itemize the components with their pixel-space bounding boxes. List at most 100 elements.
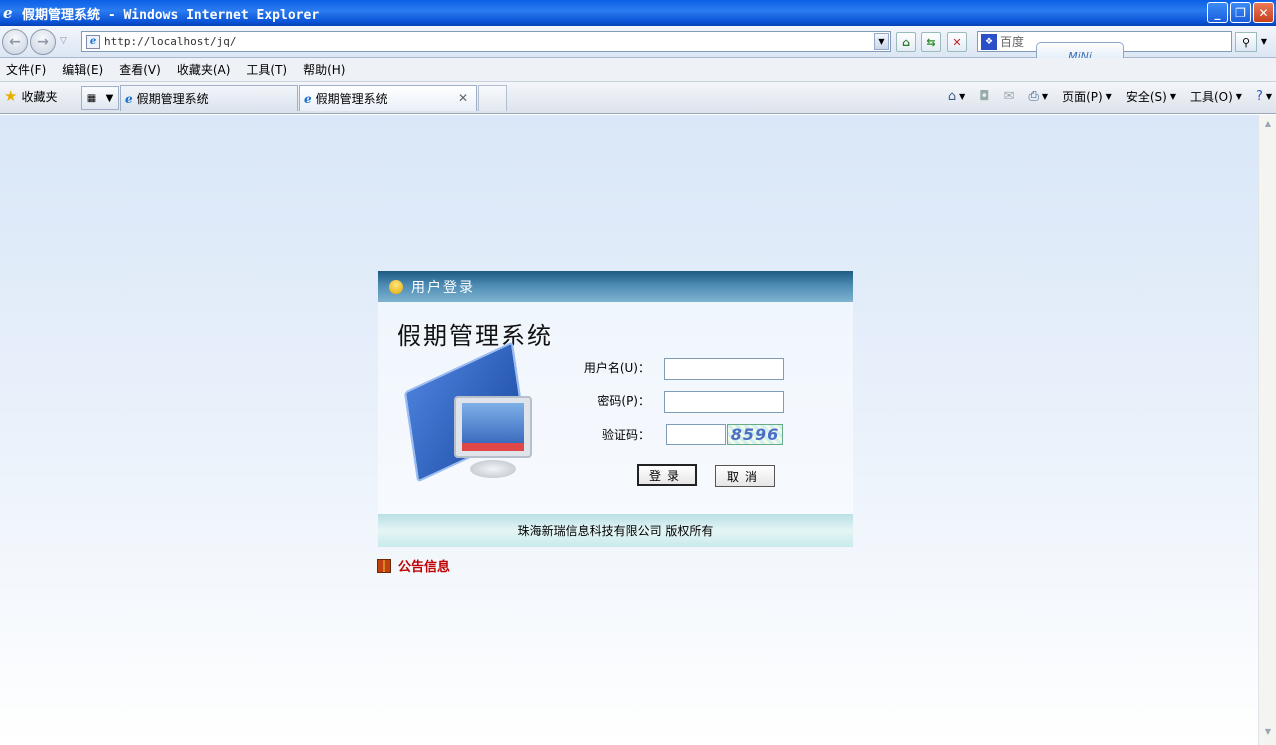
monitor-stand (470, 460, 516, 478)
tab-1[interactable]: e 假期管理系统 (120, 85, 298, 111)
search-button[interactable]: ⚲ (1235, 32, 1257, 52)
help-button[interactable]: ? ▼ (1256, 89, 1272, 104)
home-icon: ⌂ (947, 89, 957, 104)
url-text[interactable]: http://localhost/jq/ (104, 35, 236, 48)
feeds-button[interactable]: ◘ (979, 89, 989, 104)
password-input[interactable] (664, 391, 784, 413)
close-button[interactable]: ✕ (1253, 2, 1274, 23)
mail-icon: ✉ (1003, 89, 1015, 104)
safety-dropdown-icon: ▼ (1169, 92, 1176, 101)
baidu-icon: ❖ (981, 33, 997, 50)
login-header-title: 用户登录 (411, 279, 475, 296)
print-button[interactable]: ⎙ ▼ (1029, 89, 1049, 104)
new-tab-button[interactable] (478, 85, 507, 111)
home-button[interactable]: ⌂ ▼ (948, 89, 965, 104)
ie-tab-icon: e (304, 91, 312, 106)
tab-list-dropdown-icon[interactable]: ▼ (106, 93, 114, 104)
computer-illustration (403, 341, 536, 484)
favorites-button[interactable]: ★ 收藏夹 (4, 87, 57, 105)
tab-close-icon[interactable]: ✕ (458, 91, 468, 105)
tab-1-label: 假期管理系统 (136, 92, 209, 106)
screen-taskbar (462, 443, 524, 451)
captcha-input[interactable] (666, 424, 726, 445)
url-field[interactable]: e http://localhost/jq/ ▼ (81, 31, 891, 52)
username-label: 用户名(U)： (583, 361, 650, 375)
tools-menu[interactable]: 工具(O) ▼ (1190, 88, 1242, 105)
tab-2-label: 假期管理系统 (315, 92, 388, 106)
page-menu-label: 页面(P) (1062, 90, 1103, 104)
ie-tab-icon: e (125, 91, 133, 106)
menu-file[interactable]: 文件(F) (6, 61, 46, 78)
login-button[interactable]: 登录 (637, 464, 697, 486)
search-provider-label: 百度 (1000, 35, 1025, 49)
notice-section: 公告信息 (377, 556, 450, 575)
system-title: 假期管理系统 (397, 322, 553, 350)
login-body: 假期管理系统 用户名(U)： 密码(P)： 验证码： 8596 登录 取消 (378, 302, 853, 514)
minimize-button[interactable]: _ (1207, 2, 1228, 23)
tools-dropdown-icon: ▼ (1235, 92, 1242, 101)
page-dropdown-icon: ▼ (1105, 92, 1112, 101)
back-icon: ← (9, 34, 21, 50)
window-controls: _ ❐ ✕ (1207, 2, 1274, 23)
password-label: 密码(P)： (597, 394, 650, 408)
gift-icon (377, 558, 391, 573)
tab-2[interactable]: e 假期管理系统 ✕ (299, 85, 477, 111)
stop-icon: ✕ (952, 35, 962, 49)
page-content: 用户登录 假期管理系统 用户名(U)： 密码(P)： 验证码： 8596 登录 … (0, 115, 1258, 745)
vertical-scrollbar[interactable]: ▲ ▼ (1258, 115, 1276, 745)
window-title: 假期管理系统 - Windows Internet Explorer (22, 7, 320, 23)
menu-favorites[interactable]: 收藏夹(A) (177, 61, 231, 78)
menu-bar: 文件(F) 编辑(E) 查看(V) 收藏夹(A) 工具(T) 帮助(H) (0, 58, 1276, 82)
forward-icon: → (37, 34, 49, 50)
restore-button[interactable]: ❐ (1230, 2, 1251, 23)
login-footer: 珠海新瑞信息科技有限公司 版权所有 (378, 514, 853, 547)
favorites-label: 收藏夹 (21, 89, 58, 104)
safety-menu[interactable]: 安全(S) ▼ (1126, 88, 1176, 105)
username-input[interactable] (664, 358, 784, 380)
menu-edit[interactable]: 编辑(E) (62, 61, 103, 78)
monitor-graphic (454, 396, 532, 458)
search-options-dropdown-icon[interactable]: ▼ (1258, 32, 1270, 52)
help-icon: ? (1255, 89, 1263, 104)
user-icon (389, 279, 403, 294)
login-panel: 用户登录 假期管理系统 用户名(U)： 密码(P)： 验证码： 8596 登录 … (378, 271, 853, 547)
tools-menu-label: 工具(O) (1189, 90, 1233, 104)
menu-tools[interactable]: 工具(T) (246, 61, 287, 78)
monitor-screen (462, 403, 524, 451)
ie-icon: e (3, 4, 13, 22)
mail-button[interactable]: ✉ (1004, 89, 1015, 104)
scroll-down-icon[interactable]: ▼ (1261, 727, 1275, 741)
copyright-text: 珠海新瑞信息科技有限公司 版权所有 (517, 524, 714, 538)
menu-help[interactable]: 帮助(H) (303, 61, 345, 78)
compat-view-icon: ⌂ (902, 35, 910, 49)
print-dropdown-icon[interactable]: ▼ (1042, 92, 1048, 101)
refresh-button[interactable]: ⇆ (921, 32, 941, 52)
print-icon: ⎙ (1028, 89, 1039, 104)
compat-view-button[interactable]: ⌂ (896, 32, 916, 52)
quick-tabs-button[interactable]: ▦ ▼ (81, 86, 119, 110)
captcha-label: 验证码： (601, 428, 650, 442)
notice-title: 公告信息 (398, 560, 451, 575)
cancel-button[interactable]: 取消 (715, 465, 775, 487)
page-menu[interactable]: 页面(P) ▼ (1062, 88, 1112, 105)
login-header: 用户登录 (378, 271, 853, 302)
home-dropdown-icon[interactable]: ▼ (959, 92, 965, 101)
tabs-bar: ★ 收藏夹 ▦ ▼ e 假期管理系统 e 假期管理系统 ✕ ⌂ ▼ ◘ ✉ ⎙ ▼ … (0, 82, 1276, 114)
command-bar: ⌂ ▼ ◘ ✉ ⎙ ▼ 页面(P) ▼ 安全(S) ▼ 工具(O) ▼ ? ▼ (948, 88, 1272, 105)
feed-icon: ◘ (979, 89, 990, 104)
stop-button[interactable]: ✕ (947, 32, 967, 52)
help-dropdown-icon[interactable]: ▼ (1266, 92, 1272, 101)
window-titlebar: e 假期管理系统 - Windows Internet Explorer _ ❐… (0, 0, 1276, 26)
history-dropdown-icon[interactable]: ▽ (60, 36, 67, 46)
back-button[interactable]: ← (2, 29, 28, 55)
forward-button[interactable]: → (30, 29, 56, 55)
favorites-star-icon: ★ (4, 87, 18, 105)
scroll-up-icon[interactable]: ▲ (1261, 119, 1275, 133)
quick-tabs-icon: ▦ (86, 92, 97, 104)
safety-menu-label: 安全(S) (1125, 90, 1167, 104)
menu-view[interactable]: 查看(V) (119, 61, 161, 78)
url-dropdown-icon[interactable]: ▼ (874, 33, 889, 50)
captcha-image[interactable]: 8596 (727, 424, 783, 445)
refresh-icon: ⇆ (926, 35, 936, 49)
search-icon: ⚲ (1241, 35, 1251, 49)
